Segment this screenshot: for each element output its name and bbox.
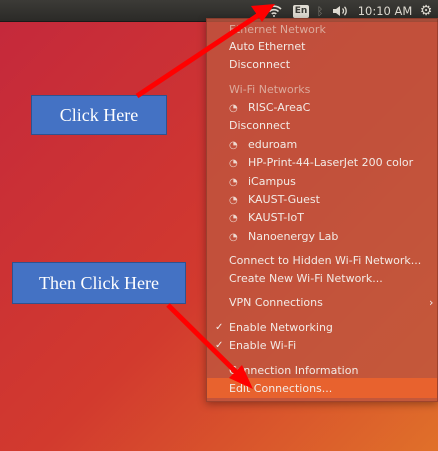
enable-networking-item[interactable]: ✓ Enable Networking <box>215 319 333 336</box>
enable-wifi-item[interactable]: ✓ Enable Wi-Fi <box>215 337 297 354</box>
disconnect-ethernet-item[interactable]: Disconnect <box>229 56 290 73</box>
network-menu: Ethernet Network Auto Ethernet Disconnec… <box>206 18 438 402</box>
wifi-network-item[interactable]: ◔ HP-Print-44-LaserJet 200 color <box>229 154 413 171</box>
keyboard-layout-icon: En <box>292 4 310 18</box>
wifi-network-label: eduroam <box>248 138 298 151</box>
gear-icon: ⚙ <box>419 3 433 19</box>
wifi-signal-icon: ◔ <box>229 232 238 243</box>
wifi-signal-icon: ◔ <box>229 158 238 169</box>
wifi-network-item[interactable]: ◔ KAUST-Guest <box>229 191 320 208</box>
wifi-network-connected[interactable]: ◔ RISC-AreaC <box>229 99 310 116</box>
wifi-network-label: KAUST-Guest <box>248 193 320 206</box>
connect-hidden-wifi-item[interactable]: Connect to Hidden Wi-Fi Network... <box>229 252 421 269</box>
enable-networking-label: Enable Networking <box>229 321 333 334</box>
wifi-icon <box>266 5 282 17</box>
wifi-network-label: HP-Print-44-LaserJet 200 color <box>248 156 414 169</box>
wifi-network-item[interactable]: ◔ Nanoenergy Lab <box>229 228 338 245</box>
wifi-signal-icon: ◔ <box>229 177 238 188</box>
callout-then-click-here: Then Click Here <box>12 262 186 304</box>
callout-click-here: Click Here <box>31 95 167 135</box>
bluetooth-icon: ᛒ <box>316 4 324 18</box>
vpn-label: VPN Connections <box>229 296 323 309</box>
wifi-signal-icon: ◔ <box>229 140 238 151</box>
create-new-wifi-item[interactable]: Create New Wi-Fi Network... <box>229 270 383 287</box>
volume-icon <box>333 6 347 16</box>
wifi-signal-icon: ◔ <box>229 103 238 114</box>
enable-wifi-label: Enable Wi-Fi <box>229 339 297 352</box>
wifi-network-label: iCampus <box>248 175 296 188</box>
wifi-network-label: RISC-AreaC <box>248 101 311 114</box>
vpn-connections-item[interactable]: VPN Connections › <box>229 294 433 311</box>
wifi-network-label: KAUST-IoT <box>248 211 304 224</box>
disconnect-wifi-item[interactable]: Disconnect <box>229 117 290 134</box>
ethernet-header: Ethernet Network <box>229 23 326 36</box>
submenu-arrow-icon: › <box>429 296 434 309</box>
wifi-network-item[interactable]: ◔ eduroam <box>229 136 297 153</box>
connection-information-item[interactable]: Connection Information <box>229 362 358 379</box>
edit-connections-item[interactable]: Edit Connections... <box>229 380 332 397</box>
wifi-signal-icon: ◔ <box>229 195 238 206</box>
wifi-network-item[interactable]: ◔ KAUST-IoT <box>229 209 304 226</box>
auto-ethernet-item[interactable]: Auto Ethernet <box>229 38 305 55</box>
wifi-signal-icon: ◔ <box>229 213 238 224</box>
check-icon: ✓ <box>215 322 224 333</box>
wifi-network-item[interactable]: ◔ iCampus <box>229 173 296 190</box>
wifi-network-label: Nanoenergy Lab <box>248 230 339 243</box>
check-icon: ✓ <box>215 340 224 351</box>
wifi-header: Wi-Fi Networks <box>229 83 311 96</box>
